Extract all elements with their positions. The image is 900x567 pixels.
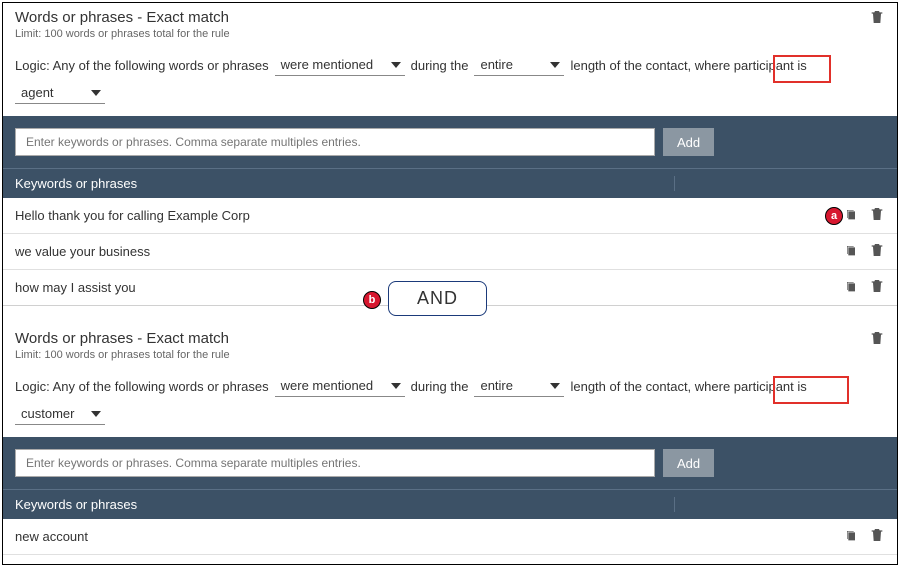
chevron-down-icon (391, 383, 401, 389)
copy-icon (843, 563, 859, 565)
copy-button[interactable] (843, 206, 859, 225)
mention-select-value: were mentioned (281, 57, 374, 72)
span-select-value: entire (480, 57, 513, 72)
chevron-down-icon (91, 411, 101, 417)
copy-button[interactable] (843, 527, 859, 546)
keywords-table-header: Keywords or phrases (3, 489, 897, 519)
row-actions (843, 278, 885, 297)
delete-row-button[interactable] (869, 527, 885, 546)
during-text: during the (411, 379, 469, 394)
keywords-table-header: Keywords or phrases (3, 168, 897, 198)
delete-rule-button[interactable] (869, 9, 885, 28)
rule-limit: Limit: 100 words or phrases total for th… (15, 349, 230, 361)
suffix-text: length of the contact, where participant… (570, 58, 806, 73)
keyword-row: Hello thank you for calling Example Corp… (3, 198, 897, 234)
delete-row-button[interactable] (869, 278, 885, 297)
copy-icon (843, 242, 859, 258)
suffix-text: length of the contact, where participant… (570, 379, 806, 394)
participant-select[interactable]: agent (15, 82, 105, 104)
trash-icon (869, 242, 885, 258)
chevron-down-icon (550, 62, 560, 68)
keywords-header-label: Keywords or phrases (15, 497, 675, 512)
delete-rule-button[interactable] (869, 330, 885, 349)
trash-icon (869, 206, 885, 222)
logic-row: Logic: Any of the following words or phr… (15, 375, 885, 437)
trash-icon (869, 330, 885, 346)
keyword-input[interactable] (15, 128, 655, 156)
keyword-text: we value your business (15, 244, 843, 259)
delete-row-button[interactable] (869, 242, 885, 261)
keyword-text: Hello thank you for calling Example Corp (15, 208, 898, 223)
keyword-input-bar: Add (3, 116, 897, 168)
add-button[interactable]: Add (663, 449, 714, 477)
keyword-text: new account (15, 529, 843, 544)
span-select[interactable]: entire (474, 54, 564, 76)
add-button[interactable]: Add (663, 128, 714, 156)
rule-block-1: Words or phrases - Exact match Limit: 10… (3, 3, 897, 306)
keyword-row: new account (3, 519, 897, 555)
chevron-down-icon (91, 90, 101, 96)
rule-block-2: Words or phrases - Exact match Limit: 10… (3, 306, 897, 565)
callout-a: a (825, 207, 843, 225)
logic-connector: AND (388, 281, 487, 316)
trash-icon (869, 527, 885, 543)
logic-prefix: Logic: Any of the following words or phr… (15, 58, 269, 73)
keyword-row: reset password (3, 555, 897, 565)
copy-button[interactable] (843, 563, 859, 565)
copy-button[interactable] (843, 242, 859, 261)
span-select[interactable]: entire (474, 375, 564, 397)
keywords-header-label: Keywords or phrases (15, 176, 675, 191)
rule-limit: Limit: 100 words or phrases total for th… (15, 28, 230, 40)
page-root: Words or phrases - Exact match Limit: 10… (2, 2, 898, 565)
row-actions (843, 563, 885, 565)
mention-select[interactable]: were mentioned (275, 375, 405, 397)
row-actions (843, 242, 885, 261)
trash-icon (869, 278, 885, 294)
chevron-down-icon (391, 62, 401, 68)
rule-header: Words or phrases - Exact match Limit: 10… (15, 9, 885, 40)
rule-title: Words or phrases - Exact match (15, 330, 230, 347)
chevron-down-icon (550, 383, 560, 389)
logic-row: Logic: Any of the following words or phr… (15, 54, 885, 116)
participant-select-value: agent (21, 85, 54, 100)
trash-icon (869, 9, 885, 25)
rule-title: Words or phrases - Exact match (15, 9, 230, 26)
span-select-value: entire (480, 378, 513, 393)
mention-select-value: were mentioned (281, 378, 374, 393)
rule-header: Words or phrases - Exact match Limit: 10… (15, 330, 885, 361)
copy-icon (843, 206, 859, 222)
trash-icon (869, 563, 885, 565)
rule-title-group: Words or phrases - Exact match Limit: 10… (15, 9, 230, 40)
copy-button[interactable] (843, 278, 859, 297)
delete-row-button[interactable] (869, 563, 885, 565)
copy-icon (843, 527, 859, 543)
logic-prefix: Logic: Any of the following words or phr… (15, 379, 269, 394)
keyword-row: we value your business (3, 234, 897, 270)
rule-title-group: Words or phrases - Exact match Limit: 10… (15, 330, 230, 361)
keyword-input-bar: Add (3, 437, 897, 489)
row-actions (843, 206, 885, 225)
delete-row-button[interactable] (869, 206, 885, 225)
participant-select-value: customer (21, 406, 74, 421)
during-text: during the (411, 58, 469, 73)
participant-select[interactable]: customer (15, 403, 105, 425)
keyword-input[interactable] (15, 449, 655, 477)
row-actions (843, 527, 885, 546)
mention-select[interactable]: were mentioned (275, 54, 405, 76)
copy-icon (843, 278, 859, 294)
